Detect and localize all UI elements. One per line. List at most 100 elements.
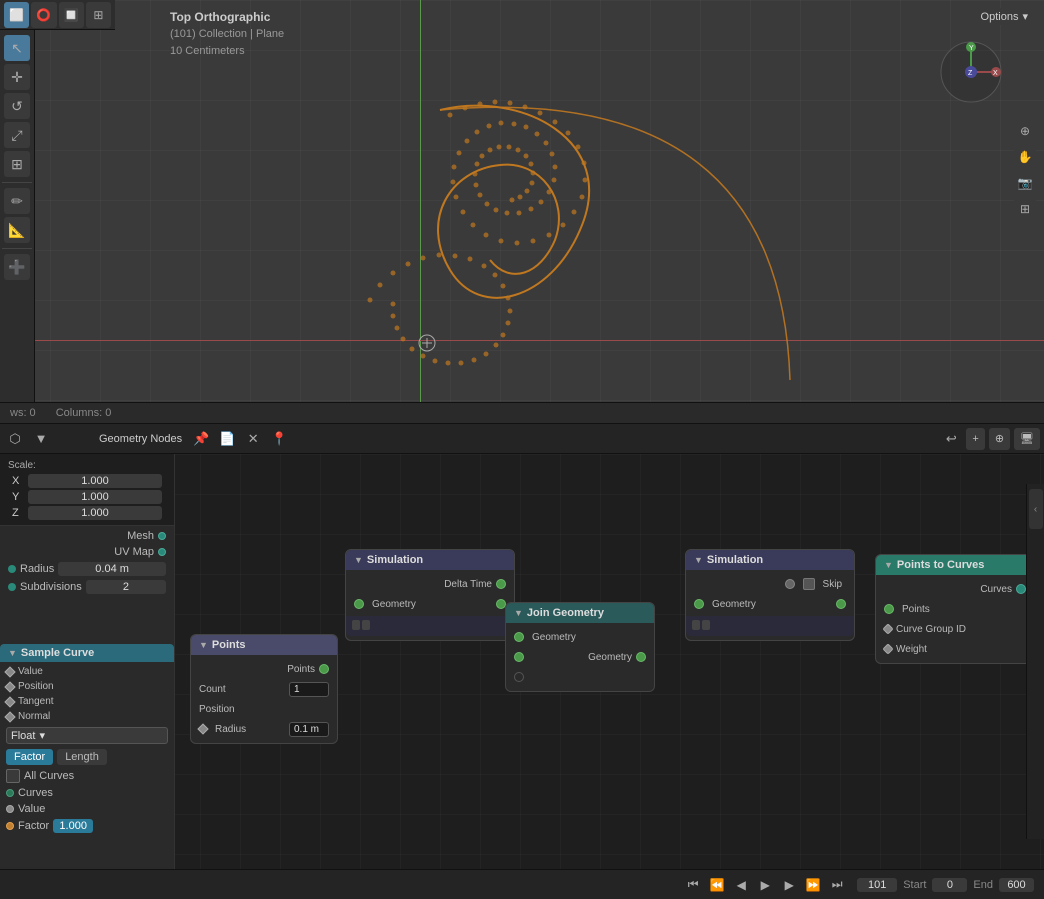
right-collapse-handle[interactable]: ‹ (1026, 484, 1044, 839)
join-geo-in-socket1[interactable] (514, 632, 524, 642)
join-geo-add-socket[interactable] (514, 672, 524, 682)
annotate-tool-icon[interactable]: ✏ (4, 188, 30, 214)
next-frame-btn[interactable]: ▶ (779, 875, 799, 895)
select-extra-icon[interactable]: ⊞ (86, 2, 111, 28)
collapse-btn[interactable]: ‹ (1029, 489, 1043, 529)
radius-value[interactable]: 0.04 m (58, 562, 166, 576)
join-geo-header[interactable]: ▼ Join Geometry (506, 603, 654, 623)
jump-end-btn[interactable]: ⏭ (827, 875, 847, 895)
factor-button[interactable]: Factor (6, 749, 53, 765)
sc-normal-socket[interactable] (4, 711, 15, 722)
sc-value2-socket[interactable] (6, 805, 14, 813)
measure-tool-icon[interactable]: 📐 (4, 217, 30, 243)
new-node-tree-icon[interactable]: 📄 (216, 428, 238, 450)
next-keyframe-btn[interactable]: ⏩ (803, 875, 823, 895)
cursor-tool-icon[interactable]: ↖ (4, 35, 30, 61)
join-geo-collapse[interactable]: ▼ (514, 608, 523, 618)
sc-curves-socket[interactable] (6, 789, 14, 797)
editor-type-icon[interactable]: ⬡ (4, 428, 26, 450)
ptc-curves-row: Curves (876, 579, 1034, 599)
sc-value-socket-row: Value (0, 801, 174, 817)
sc-factor-socket[interactable] (6, 822, 14, 830)
pts-radius-value[interactable]: 0.1 m (289, 722, 329, 737)
node-canvas[interactable]: Scale: X 1.000 Y 1.000 Z 1.000 Mesh (0, 454, 1044, 869)
prev-frame-btn[interactable]: ◀ (731, 875, 751, 895)
join-geo-out-socket[interactable] (636, 652, 646, 662)
sc-factor-value[interactable]: 1.000 (53, 819, 93, 833)
select-box-icon[interactable]: ⬜ (4, 2, 29, 28)
ptc-collapse[interactable]: ▼ (884, 560, 893, 570)
sc-value2-label: Value (18, 803, 45, 815)
sim1-geo-row: Geometry (346, 594, 514, 614)
sc-type-dropdown[interactable]: Float ▾ (6, 727, 168, 744)
close-icon[interactable]: ✕ (242, 428, 264, 450)
sim2-header[interactable]: ▼ Simulation (686, 550, 854, 570)
ptc-cgid-socket[interactable] (882, 623, 893, 634)
pts-radius-socket[interactable] (197, 723, 208, 734)
select-circle-icon[interactable]: ⭕ (31, 2, 56, 28)
viewport-btn[interactable]: 🖥 (1014, 428, 1040, 450)
sc-tangent-socket[interactable] (4, 696, 15, 707)
sim1-delta-socket[interactable] (496, 579, 506, 589)
jump-start-btn[interactable]: ⏮ (683, 875, 703, 895)
sim2-geo-out-socket[interactable] (836, 599, 846, 609)
undo-icon[interactable]: ↩ (940, 428, 962, 450)
all-curves-checkbox[interactable] (6, 769, 20, 783)
mesh-socket[interactable] (158, 532, 166, 540)
scale-y-value[interactable]: 1.000 (28, 490, 162, 504)
zoom-extents-icon[interactable]: ⊕ (1014, 120, 1036, 142)
grid-icon[interactable]: ⊞ (1014, 198, 1036, 220)
sim1-header[interactable]: ▼ Simulation (346, 550, 514, 570)
pts-count-value[interactable]: 1 (289, 682, 329, 697)
camera-icon[interactable]: 📷 (1014, 172, 1036, 194)
options-button[interactable]: Options ▾ (973, 8, 1036, 25)
ptc-cgid-label: Curve Group ID (896, 624, 1026, 635)
scale-z-value[interactable]: 1.000 (28, 506, 162, 520)
object-icon[interactable]: ▼ (30, 428, 52, 450)
end-frame[interactable]: 600 (999, 878, 1034, 892)
sim2-collapse[interactable]: ▼ (694, 555, 703, 565)
prev-keyframe-btn[interactable]: ⏪ (707, 875, 727, 895)
add-node-btn[interactable]: + (966, 428, 984, 450)
add-tool-icon[interactable]: ➕ (4, 254, 30, 280)
play-btn[interactable]: ▶ (755, 875, 775, 895)
points-header[interactable]: ▼ Points (191, 635, 337, 655)
viewport-gizmo[interactable]: Y X Z (939, 40, 1004, 105)
join-geo-title: Join Geometry (527, 607, 604, 619)
current-frame[interactable]: 101 (857, 878, 897, 892)
sim1-connector2[interactable] (362, 620, 370, 630)
sim2-geo-in-socket[interactable] (694, 599, 704, 609)
sim2-connector1[interactable] (692, 620, 700, 630)
sim1-geo-in-socket[interactable] (354, 599, 364, 609)
join-geo-in-socket2[interactable] (514, 652, 524, 662)
overlay-btn[interactable]: ⊕ (989, 428, 1010, 450)
move-tool-icon[interactable]: ✛ (4, 64, 30, 90)
sim2-connector2[interactable] (702, 620, 710, 630)
ptc-header[interactable]: ▼ Points to Curves (876, 555, 1034, 575)
points-collapse[interactable]: ▼ (199, 640, 208, 650)
sc-value-socket[interactable] (4, 666, 15, 677)
transform-tool-icon[interactable]: ⊞ (4, 151, 30, 177)
sim1-collapse[interactable]: ▼ (354, 555, 363, 565)
sim2-skip-checkbox[interactable] (803, 578, 815, 590)
ptc-curves-out-socket[interactable] (1016, 584, 1026, 594)
subdivisions-value[interactable]: 2 (86, 580, 166, 594)
scale-x-value[interactable]: 1.000 (28, 474, 162, 488)
scale-tool-icon[interactable]: ⤢ (4, 122, 30, 148)
ptc-weight-socket[interactable] (882, 643, 893, 654)
pts-points-out-socket[interactable] (319, 664, 329, 674)
uvmap-socket[interactable] (158, 548, 166, 556)
sim1-connector1[interactable] (352, 620, 360, 630)
bottom-playback-bar: ⏮ ⏪ ◀ ▶ ▶ ⏩ ⏭ 101 Start 0 End 600 (0, 869, 1044, 899)
pin-icon[interactable]: 📌 (190, 428, 212, 450)
hand-tool-icon[interactable]: ✋ (1014, 146, 1036, 168)
rotate-tool-icon[interactable]: ↺ (4, 93, 30, 119)
length-button[interactable]: Length (57, 749, 107, 765)
ptc-points-socket[interactable] (884, 604, 894, 614)
3d-viewport[interactable]: Top Orthographic (101) Collection | Plan… (0, 0, 1044, 420)
sim2-skip-socket-in[interactable] (785, 579, 795, 589)
select-lasso-icon[interactable]: 🔲 (59, 2, 84, 28)
pin-active-icon[interactable]: 📍 (268, 428, 290, 450)
sc-position-socket[interactable] (4, 681, 15, 692)
start-frame[interactable]: 0 (932, 878, 967, 892)
